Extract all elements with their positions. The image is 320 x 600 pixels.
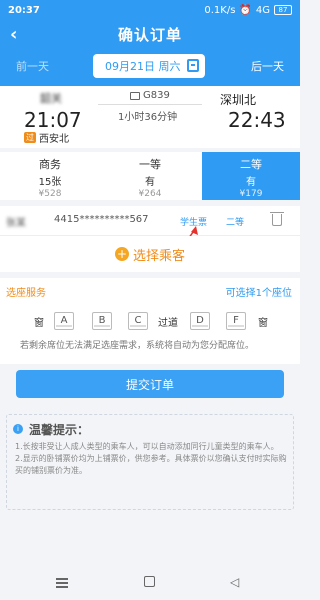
seat-service-hint: 可选择1个座位 xyxy=(225,288,292,299)
route-line xyxy=(98,104,202,105)
seat-class-count: 有 xyxy=(145,177,155,188)
tips-text: 1.长按非受让人成人类型的乘车人，可以自动添加同行儿童类型的乘车人。 2.显示的… xyxy=(15,442,287,475)
seat-note: 若剩余席位无法满足选座需求，系统将自动为您分配席位。 xyxy=(20,341,255,351)
train-number-label: G839 xyxy=(143,90,170,101)
train-icon xyxy=(130,91,140,100)
via-info: 过 西安北 xyxy=(24,130,69,145)
departure-time: 21:07 xyxy=(24,108,82,132)
choose-passenger-button[interactable]: + 选择乘客 xyxy=(0,236,300,272)
seat-c[interactable]: C xyxy=(128,312,148,330)
duration: 1小时36分钟 xyxy=(118,112,178,123)
back-icon[interactable]: ‹ xyxy=(10,24,17,45)
header: 20:37 0.1K/s ⏰ 4G 87 ‹ 确认订单 前一天 09月21日 周… xyxy=(0,0,300,86)
trash-icon[interactable] xyxy=(270,212,284,226)
seat-class-first[interactable]: 一等 有 ¥264 xyxy=(100,152,200,200)
seat-b[interactable]: B xyxy=(92,312,112,330)
seat-class-count: 15张 xyxy=(38,177,62,188)
from-station: 韶关 xyxy=(40,92,62,105)
status-time: 20:37 xyxy=(8,4,40,16)
window-label: 窗 xyxy=(34,318,44,329)
menu-icon[interactable] xyxy=(56,578,68,588)
passenger-id: 4415**********567 xyxy=(54,214,149,225)
seat-class-name: 一等 xyxy=(139,158,161,171)
network-label: 4G xyxy=(255,4,270,16)
seat-service-title: 选座服务 xyxy=(6,288,46,299)
next-day-button[interactable]: 后一天 xyxy=(251,58,284,74)
seat-class-name: 商务 xyxy=(39,158,61,171)
seat-class-name: 二等 xyxy=(240,158,262,171)
seat-class-price: ¥528 xyxy=(38,189,62,199)
prev-day-button[interactable]: 前一天 xyxy=(16,58,49,74)
seat-map: 窗 A B C 过道 D F 窗 xyxy=(0,312,300,332)
seat-class-price: ¥179 xyxy=(239,189,263,199)
seat-selection: 选座服务 可选择1个座位 窗 A B C 过道 D F 窗 若剩余席位无法满足选… xyxy=(0,278,300,364)
via-tag: 过 xyxy=(24,132,36,143)
passenger-name: 张某 xyxy=(6,218,26,229)
plus-icon: + xyxy=(114,247,129,261)
status-right: 0.1K/s ⏰ 4G 87 xyxy=(204,5,292,16)
to-station: 深圳北 xyxy=(220,93,257,107)
system-nav-bar: ◁ xyxy=(0,566,300,600)
date-label: 09月21日 周六 xyxy=(105,60,181,73)
ticket-type-button[interactable]: 学生票 xyxy=(180,215,207,228)
passenger-row: 张某 4415**********567 学生票 二等 xyxy=(0,206,300,236)
window-label: 窗 xyxy=(258,318,268,329)
calendar-icon xyxy=(187,59,199,72)
train-number[interactable]: G839 xyxy=(130,90,170,101)
seat-f[interactable]: F xyxy=(226,312,246,330)
aisle-label: 过道 xyxy=(158,318,178,329)
seat-class-second[interactable]: 二等 有 ¥179 xyxy=(202,152,300,200)
passenger-class-button[interactable]: 二等 xyxy=(226,215,244,228)
alarm-icon: ⏰ xyxy=(239,4,252,16)
info-icon: i xyxy=(13,424,23,434)
seat-d[interactable]: D xyxy=(190,312,210,330)
submit-order-button[interactable]: 提交订单 xyxy=(16,370,284,398)
choose-passenger-label: 选择乘客 xyxy=(132,248,185,264)
tips-title: 温馨提示： xyxy=(29,423,90,437)
seat-class-count: 有 xyxy=(246,177,256,188)
titlebar: ‹ 确认订单 xyxy=(0,20,300,48)
seat-class-business[interactable]: 商务 15张 ¥528 xyxy=(0,152,100,200)
page-title: 确认订单 xyxy=(117,25,182,44)
home-icon[interactable] xyxy=(144,576,155,587)
tips-box: i 温馨提示： 1.长按非受让人成人类型的乘车人，可以自动添加同行儿童类型的乘车… xyxy=(6,414,294,510)
status-bar: 20:37 0.1K/s ⏰ 4G 87 xyxy=(0,0,300,20)
arrival-time: 22:43 xyxy=(228,108,286,132)
net-speed: 0.1K/s xyxy=(204,4,236,16)
date-picker[interactable]: 09月21日 周六 xyxy=(93,54,205,78)
seat-a[interactable]: A xyxy=(54,312,74,330)
date-bar: 前一天 09月21日 周六 后一天 xyxy=(0,52,300,80)
back-nav-icon[interactable]: ◁ xyxy=(230,575,239,589)
train-info: 韶关 21:07 过 西安北 G839 1小时36分钟 深圳北 22:43 xyxy=(0,86,300,148)
via-station: 西安北 xyxy=(39,134,69,145)
seat-class-selector: 商务 15张 ¥528 一等 有 ¥264 二等 有 ¥179 xyxy=(0,152,300,200)
battery-icon: 87 xyxy=(274,5,292,15)
seat-class-price: ¥264 xyxy=(138,189,162,199)
